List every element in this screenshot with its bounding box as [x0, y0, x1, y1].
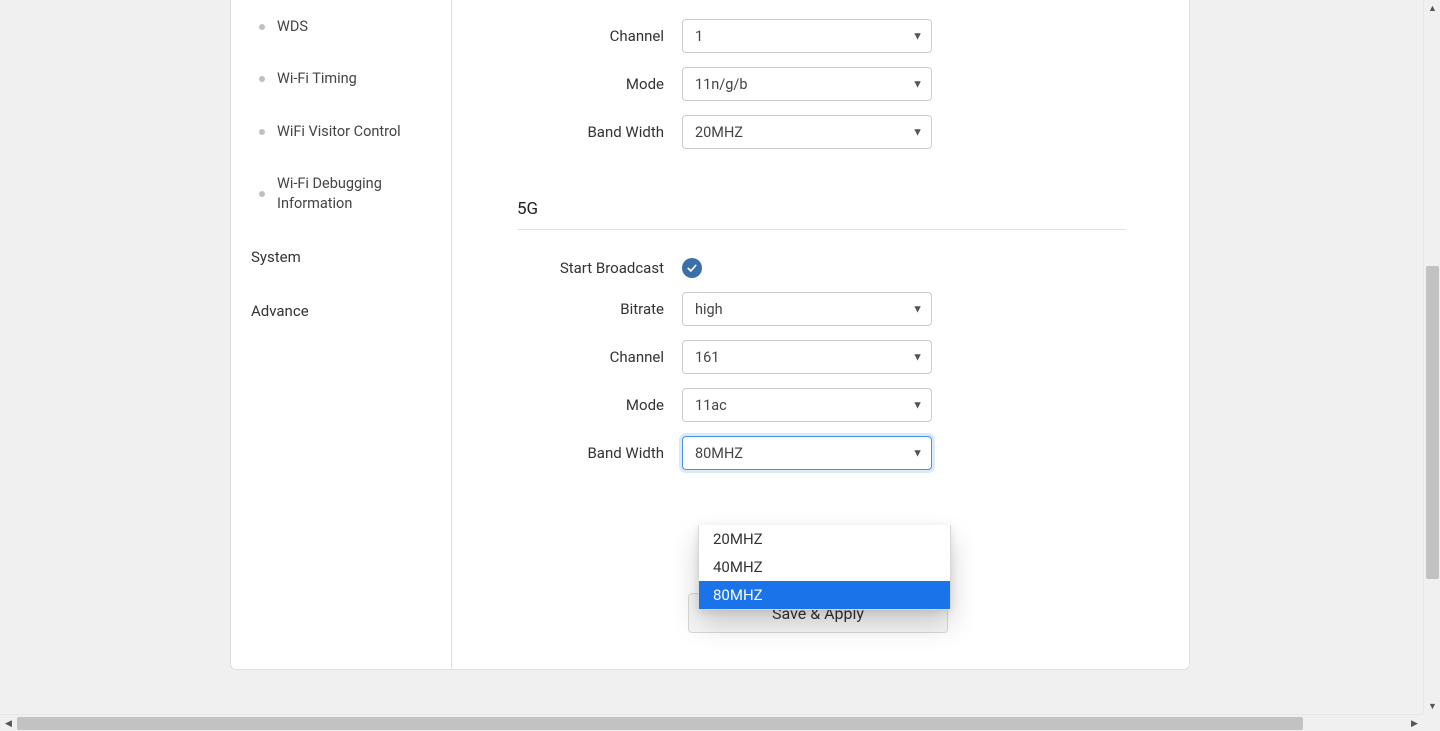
- label-mode-24: Mode: [452, 75, 682, 93]
- scroll-right-arrow-icon[interactable]: ▶: [1406, 715, 1423, 731]
- row-24-bandwidth: Band Width 20MHZ ▼: [452, 115, 1191, 149]
- select-value: 80MHZ: [695, 445, 743, 462]
- chevron-down-icon: ▼: [912, 447, 923, 460]
- sidebar-item-wifi-debugging-information[interactable]: Wi-Fi Debugging Information: [231, 158, 451, 231]
- label-broadcast: Start Broadcast: [452, 259, 682, 277]
- bullet-icon: [259, 24, 265, 30]
- select-bandwidth-24[interactable]: 20MHZ ▼: [682, 115, 932, 149]
- sidebar-item-label: Wi-Fi Timing: [277, 69, 357, 89]
- row-5g-broadcast: Start Broadcast: [452, 258, 1191, 278]
- scrollbar-corner: [1423, 714, 1440, 731]
- row-24-mode: Mode 11n/g/b ▼: [452, 67, 1191, 101]
- sidebar-item-wds[interactable]: WDS: [231, 1, 451, 53]
- sidebar-item-label: Wi-Fi Debugging Information: [277, 174, 431, 215]
- row-5g-channel: Channel 161 ▼: [452, 340, 1191, 374]
- toggle-broadcast[interactable]: [682, 258, 702, 278]
- select-channel-24[interactable]: 1 ▼: [682, 19, 932, 53]
- label-bandwidth-24: Band Width: [452, 123, 682, 141]
- bandwidth-option-80mhz[interactable]: 80MHZ: [699, 581, 950, 609]
- row-5g-bitrate: Bitrate high ▼: [452, 292, 1191, 326]
- scroll-down-arrow-icon[interactable]: ▼: [1424, 698, 1440, 715]
- scroll-up-arrow-icon[interactable]: ▲: [1424, 0, 1440, 17]
- label-bandwidth-5g: Band Width: [452, 444, 682, 462]
- row-5g-bandwidth: Band Width 80MHZ ▼: [452, 436, 1191, 470]
- select-value: high: [695, 301, 723, 318]
- select-value: 11n/g/b: [695, 76, 748, 93]
- sidebar-section-label: System: [251, 248, 301, 266]
- section-divider: [517, 229, 1126, 230]
- horizontal-scrollbar[interactable]: ◀ ▶: [0, 714, 1423, 731]
- label-channel-24: Channel: [452, 27, 682, 45]
- bandwidth-option-20mhz[interactable]: 20MHZ: [699, 525, 950, 553]
- select-value: 11ac: [695, 397, 727, 414]
- select-value: 20MHZ: [695, 124, 743, 141]
- select-mode-24[interactable]: 11n/g/b ▼: [682, 67, 932, 101]
- select-bitrate-5g[interactable]: high ▼: [682, 292, 932, 326]
- chevron-down-icon: ▼: [912, 126, 923, 139]
- select-value: 161: [695, 349, 719, 366]
- bandwidth-option-40mhz[interactable]: 40MHZ: [699, 553, 950, 581]
- bullet-icon: [259, 129, 265, 135]
- sidebar-item-wifi-timing[interactable]: Wi-Fi Timing: [231, 53, 451, 105]
- vertical-scrollbar-thumb[interactable]: [1426, 266, 1439, 579]
- chevron-down-icon: ▼: [912, 399, 923, 412]
- horizontal-scrollbar-thumb[interactable]: [17, 717, 1303, 730]
- sidebar-item-wifi-visitor-control[interactable]: WiFi Visitor Control: [231, 106, 451, 158]
- sidebar-section-system[interactable]: System: [231, 230, 451, 284]
- vertical-scrollbar[interactable]: ▲ ▼: [1423, 0, 1440, 715]
- bandwidth-5g-dropdown[interactable]: 20MHZ 40MHZ 80MHZ: [698, 525, 951, 610]
- label-bitrate: Bitrate: [452, 300, 682, 318]
- chevron-down-icon: ▼: [912, 351, 923, 364]
- label-mode-5g: Mode: [452, 396, 682, 414]
- label-channel-5g: Channel: [452, 348, 682, 366]
- chevron-down-icon: ▼: [912, 30, 923, 43]
- section-title-5g: 5G: [517, 199, 1191, 219]
- select-channel-5g[interactable]: 161 ▼: [682, 340, 932, 374]
- select-value: 1: [695, 28, 703, 45]
- bullet-icon: [259, 76, 265, 82]
- sidebar-section-advance[interactable]: Advance: [231, 284, 451, 338]
- chevron-down-icon: ▼: [912, 303, 923, 316]
- select-bandwidth-5g[interactable]: 80MHZ ▼: [682, 436, 932, 470]
- sidebar-item-label: WiFi Visitor Control: [277, 122, 401, 142]
- select-mode-5g[interactable]: 11ac ▼: [682, 388, 932, 422]
- sidebar-section-label: Advance: [251, 302, 309, 320]
- bullet-icon: [259, 191, 265, 197]
- row-24-channel: Channel 1 ▼: [452, 19, 1191, 53]
- check-icon: [686, 262, 698, 274]
- row-5g-mode: Mode 11ac ▼: [452, 388, 1191, 422]
- chevron-down-icon: ▼: [912, 78, 923, 91]
- sidebar: WDS Wi-Fi Timing WiFi Visitor Control Wi…: [231, 0, 452, 669]
- scroll-left-arrow-icon[interactable]: ◀: [0, 715, 17, 731]
- sidebar-item-label: WDS: [277, 17, 308, 37]
